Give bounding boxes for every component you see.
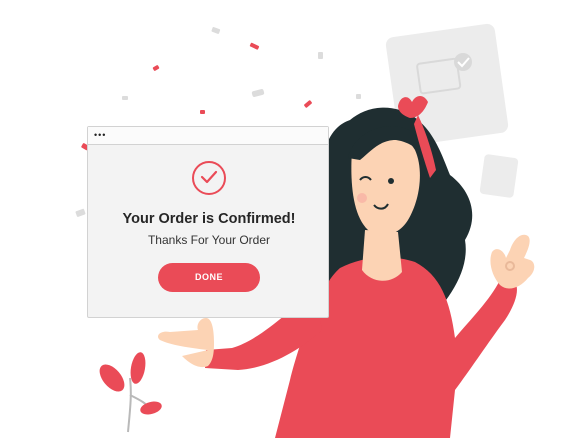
done-button[interactable]: DONE	[158, 263, 260, 292]
confirmation-title: Your Order is Confirmed!	[122, 211, 296, 227]
window-titlebar: •••	[88, 127, 328, 145]
check-circle-icon	[192, 161, 226, 195]
plant-icon	[99, 352, 162, 433]
small-card-icon	[479, 154, 519, 198]
window-dots-icon: •••	[94, 130, 107, 140]
confirmation-subtitle: Thanks For Your Order	[147, 233, 271, 247]
order-confirmation-window: ••• Your Order is Confirmed! Thanks For …	[87, 126, 329, 318]
